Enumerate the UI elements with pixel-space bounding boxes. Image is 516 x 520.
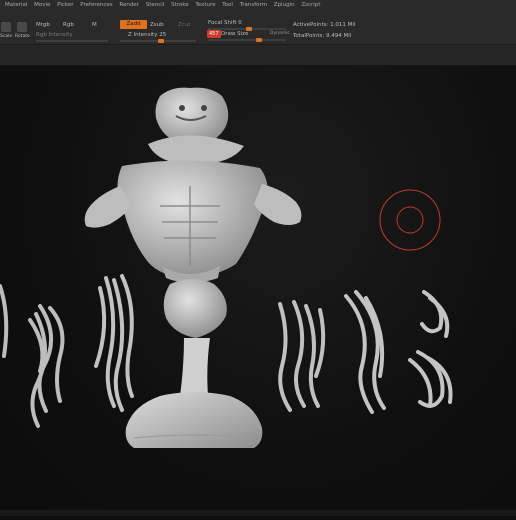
menu-stencil[interactable]: Stencil <box>146 0 165 10</box>
sculpt-scene <box>0 87 453 448</box>
secondary-shelf <box>0 45 516 66</box>
z-intensity-knob[interactable] <box>158 39 164 43</box>
menu-texture[interactable]: Texture <box>195 0 215 10</box>
mrgb-button[interactable]: Mrgb <box>36 22 50 28</box>
dynamic-toggle[interactable]: Dynamic <box>270 31 290 36</box>
scale-button[interactable] <box>1 22 11 32</box>
menu-preferences[interactable]: Preferences <box>80 0 112 10</box>
menu-zscript[interactable]: Zscript <box>301 0 320 10</box>
focal-shift-slider[interactable]: Focal Shift 0 <box>208 20 242 26</box>
z-intensity-track[interactable] <box>120 39 196 43</box>
torso <box>84 160 302 283</box>
canvas-viewport[interactable] <box>0 66 516 516</box>
tentacle-cluster-center-left <box>94 274 134 412</box>
bottom-status-bar <box>0 510 516 516</box>
draw-size-value: 457 <box>207 30 221 38</box>
rotate-button[interactable] <box>17 22 27 32</box>
menu-material[interactable]: Material <box>5 0 27 10</box>
zsub-button[interactable]: Zsub <box>150 22 164 28</box>
menu-transform[interactable]: Transform <box>240 0 267 10</box>
menu-bar: Material Movie Picker Preferences Render… <box>0 0 516 10</box>
rgb-button[interactable]: Rgb <box>63 22 74 28</box>
brush-cursor <box>379 189 441 251</box>
zadd-button[interactable]: Zadd <box>120 20 147 29</box>
scale-label: Scale <box>0 34 13 39</box>
menu-render[interactable]: Render <box>119 0 139 10</box>
tentacle-cluster-right <box>278 300 326 412</box>
tentacle-cluster-far-right <box>344 290 453 414</box>
rotate-label: Rotate <box>15 34 30 39</box>
menu-zplugin[interactable]: Zplugin <box>274 0 295 10</box>
menu-movie[interactable]: Movie <box>34 0 50 10</box>
m-button[interactable]: M <box>92 22 97 28</box>
draw-size-track[interactable] <box>208 38 286 42</box>
rgb-intensity-track[interactable] <box>36 40 108 42</box>
menu-tool[interactable]: Tool <box>222 0 233 10</box>
menu-picker[interactable]: Picker <box>57 0 73 10</box>
rgb-intensity-slider[interactable]: Rgb Intensity <box>36 32 73 38</box>
draw-size-knob[interactable] <box>256 38 262 42</box>
top-shelf: Scale Rotate Mrgb Rgb M Rgb Intensity Za… <box>0 10 516 45</box>
total-points-readout: TotalPoints: 9.494 Mil <box>293 33 352 39</box>
z-intensity-slider[interactable]: Z Intensity 25 <box>128 32 166 38</box>
pedestal <box>125 279 263 448</box>
creature-head <box>148 87 244 165</box>
tentacle-cluster-left <box>0 284 65 428</box>
zcut-button[interactable]: Zcut <box>178 22 190 28</box>
active-points-readout: ActivePoints: 1.011 Mil <box>293 22 356 28</box>
menu-stroke[interactable]: Stroke <box>171 0 189 10</box>
draw-size-slider[interactable]: Draw Size <box>221 31 248 37</box>
